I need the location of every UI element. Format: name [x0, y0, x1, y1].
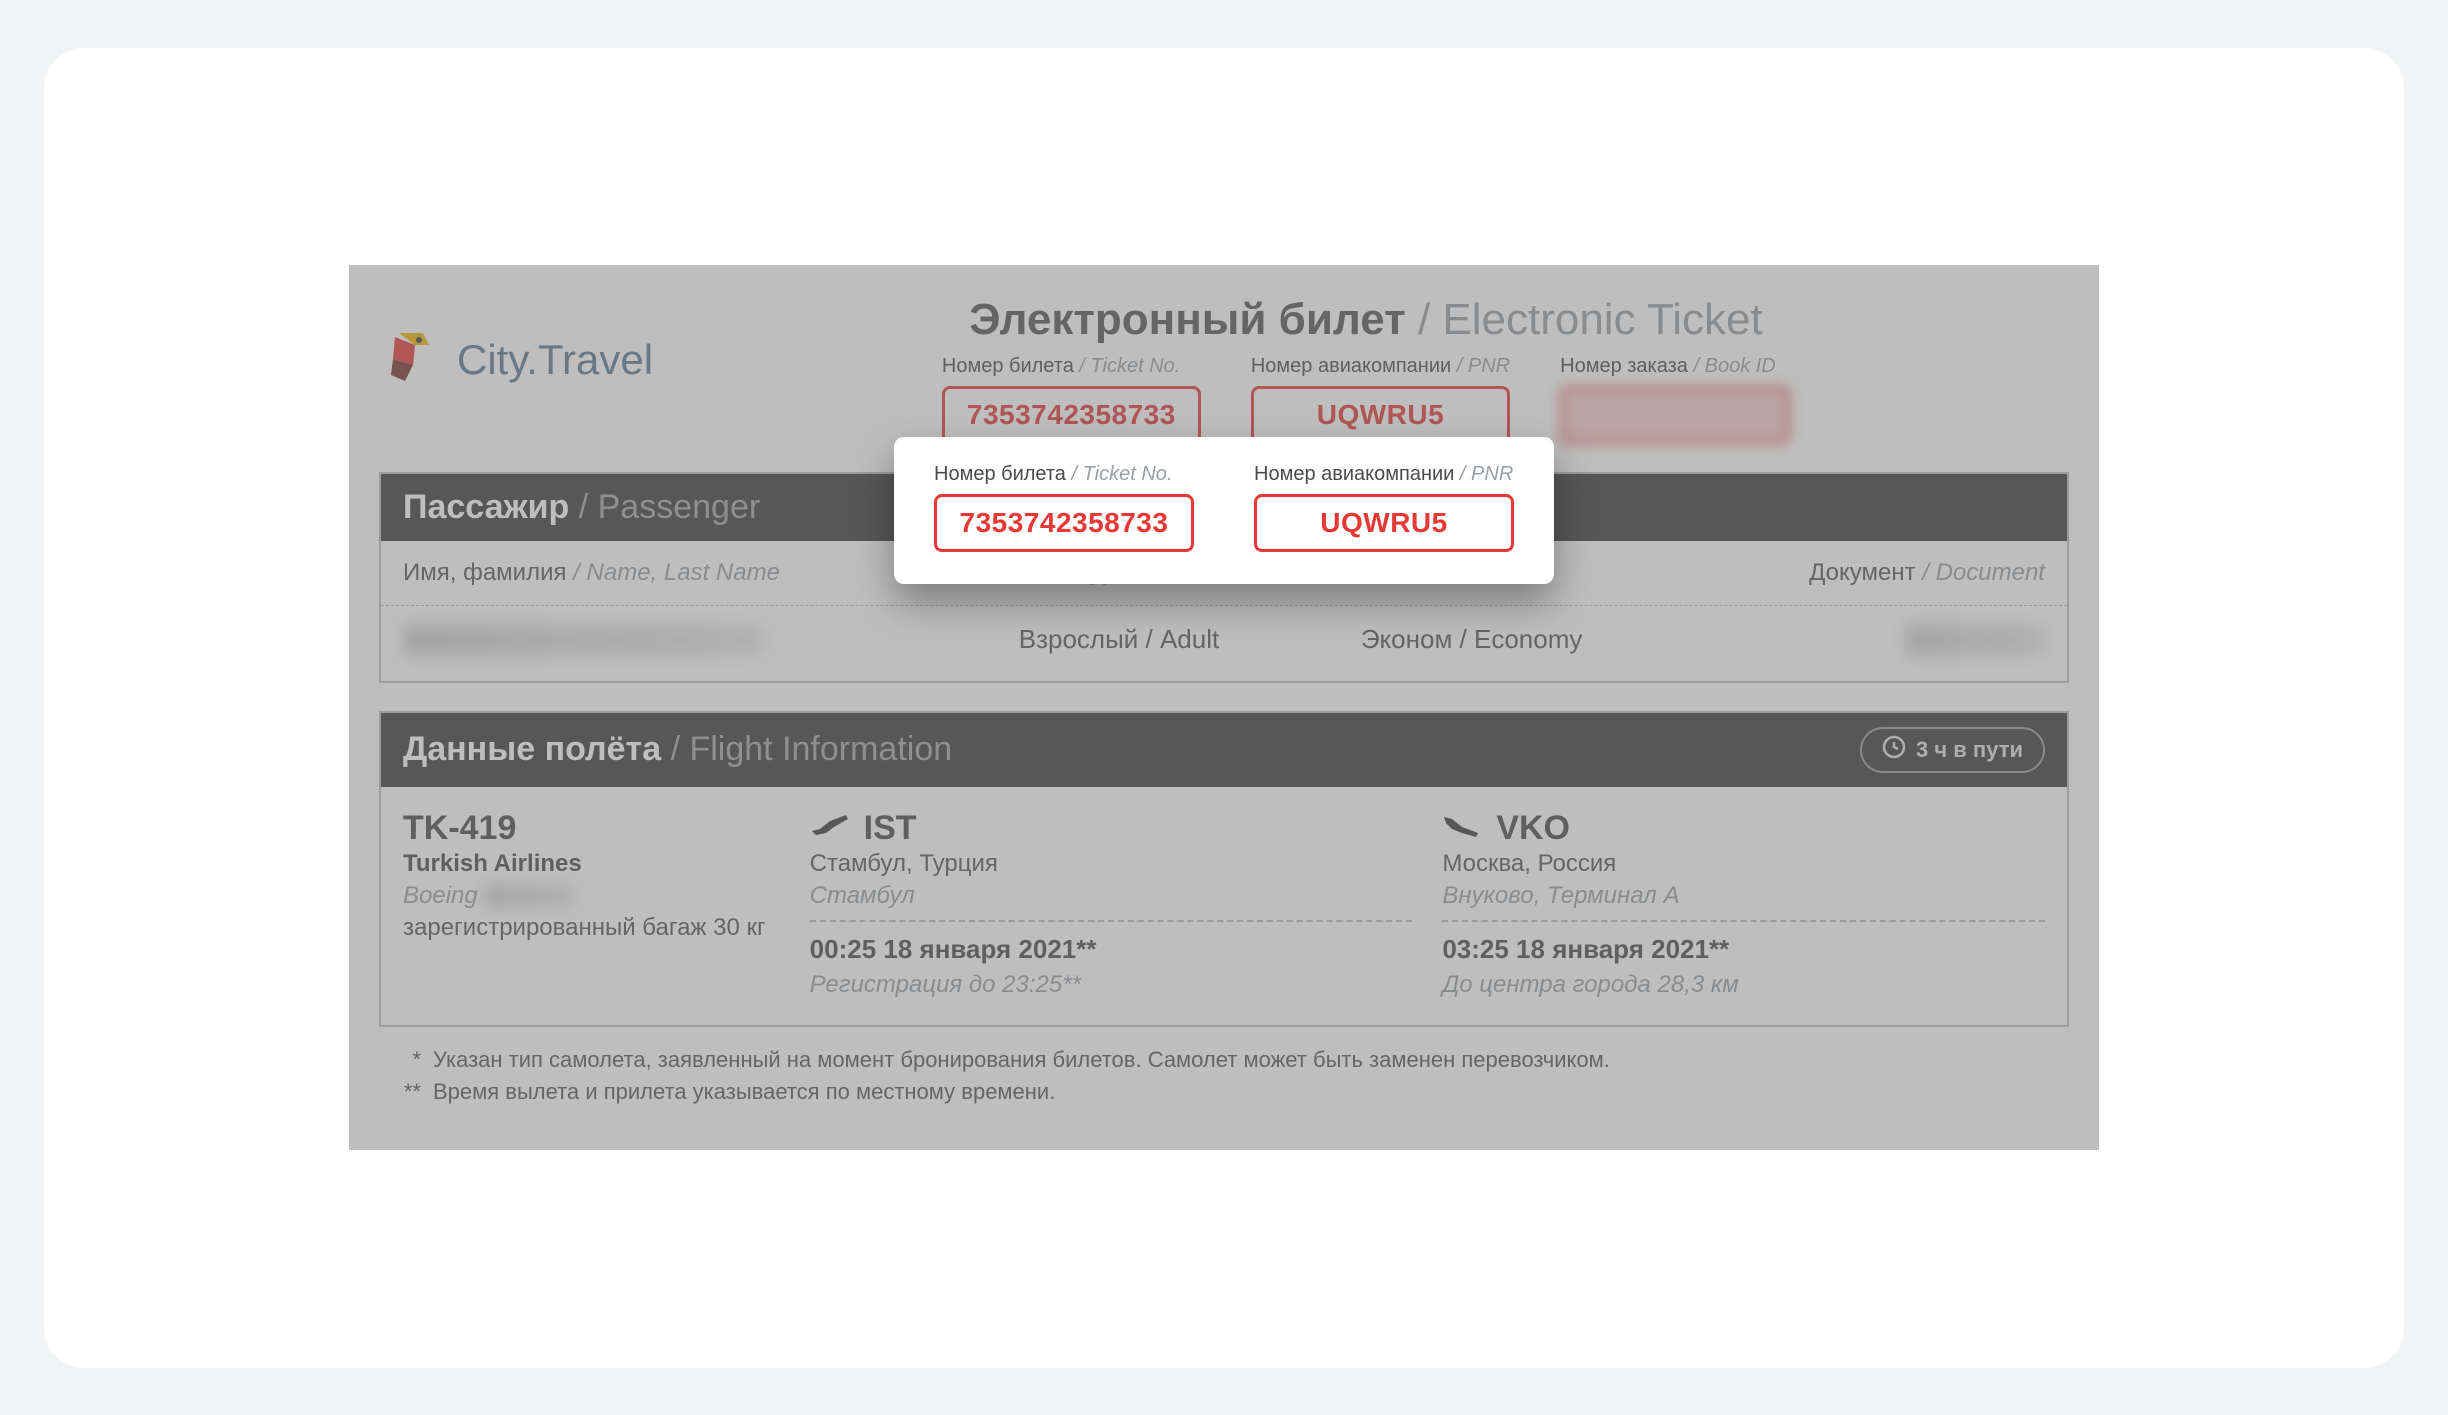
id-boxes: Номер билета / Ticket No. 7353742358733 …	[663, 355, 2069, 444]
passenger-row: Взрослый / Adult Эконом / Economy	[381, 606, 2067, 680]
title-ru: Электронный билет	[969, 295, 1405, 344]
hl-pnr-label-en: PNR	[1471, 463, 1513, 485]
title-block: Электронный билет / Electronic Ticket Но…	[663, 295, 2069, 444]
flight-baggage: зарегистрированный багаж 30 кг	[403, 914, 780, 942]
flight-arrival: VKO Москва, Россия Внуково, Терминал А 0…	[1442, 809, 2045, 999]
flight-header: Данные полёта / Flight Information 3 ч в…	[381, 713, 2067, 787]
flight-body: TK-419 Turkish Airlines Boeing зарегистр…	[381, 787, 2067, 1025]
book-id-block: Номер заказа / Book ID XXXXXXXX	[1560, 355, 1790, 444]
flight-header-ru: Данные полёта	[403, 730, 661, 768]
flight-ident: TK-419 Turkish Airlines Boeing зарегистр…	[403, 809, 780, 999]
flight-duration: 3 ч в пути	[1916, 737, 2023, 763]
brand-text-b: Travel	[538, 336, 653, 383]
page-title: Электронный билет / Electronic Ticket	[663, 295, 2069, 345]
pnr-block: Номер авиакомпании / PNR UQWRU5	[1251, 355, 1510, 444]
flight-code: TK-419	[403, 809, 780, 848]
title-en: Electronic Ticket	[1442, 295, 1762, 344]
plane-takeoff-icon	[810, 811, 850, 846]
hl-ticket-label-en: Ticket No.	[1083, 463, 1173, 485]
flight-airline: Turkish Airlines	[403, 850, 780, 878]
brand-text-a: City.	[457, 336, 538, 383]
plane-landing-icon	[1442, 811, 1482, 846]
footnote-2: Время вылета и прилета указывается по ме…	[433, 1079, 1055, 1105]
hl-pnr-label-ru: Номер авиакомпании	[1254, 463, 1454, 485]
outer-card: City.Travel Электронный билет / Electron…	[44, 48, 2404, 1368]
arr-airport: Внуково, Терминал А	[1442, 882, 2045, 922]
aircraft-prefix: Boeing	[403, 882, 478, 910]
flight-duration-chip: 3 ч в пути	[1860, 727, 2045, 773]
footnotes: * Указан тип самолета, заявленный на моме…	[379, 1047, 2069, 1105]
arr-code: VKO	[1496, 809, 1570, 848]
footnote-mark-2: **	[391, 1079, 421, 1105]
passenger-class: Эконом / Economy	[1361, 624, 1703, 662]
arr-city: Москва, Россия	[1442, 850, 2045, 878]
passenger-name-redacted	[403, 624, 763, 655]
brand-text: City.Travel	[457, 336, 653, 384]
aircraft-model-redacted	[484, 884, 574, 908]
hl-ticket-value: 7353742358733	[934, 494, 1194, 552]
hl-pnr-value: UQWRU5	[1254, 494, 1514, 552]
passenger-doc-redacted	[1905, 624, 2045, 655]
col-doc-en: Document	[1936, 559, 2045, 586]
pnr-label-en: PNR	[1468, 355, 1510, 377]
flight-departure: IST Стамбул, Турция Стамбул 00:25 18 янв…	[810, 809, 1413, 999]
passenger-type: Взрослый / Adult	[1019, 624, 1361, 662]
highlight-pnr-block: Номер авиакомпании / PNR UQWRU5	[1254, 463, 1514, 552]
arr-note: До центра города 28,3 км	[1442, 971, 2045, 999]
book-label-ru: Номер заказа	[1560, 355, 1688, 377]
ticket-label-ru: Номер билета	[942, 355, 1074, 377]
footnote-1: Указан тип самолета, заявленный на момен…	[433, 1047, 1610, 1073]
arr-datetime: 03:25 18 января 2021**	[1442, 934, 2045, 965]
highlight-ticket-block: Номер билета / Ticket No. 7353742358733	[934, 463, 1194, 552]
parrot-icon	[379, 325, 443, 394]
brand-logo: City.Travel	[379, 295, 653, 394]
passenger-header-ru: Пассажир	[403, 488, 569, 526]
clock-icon	[1882, 735, 1906, 765]
flight-aircraft: Boeing	[403, 882, 780, 910]
book-label-en: Book ID	[1705, 355, 1776, 377]
col-name-en: Name, Last Name	[587, 559, 780, 586]
ticket-panel: City.Travel Электронный билет / Electron…	[349, 265, 2099, 1149]
ticket-label-en: Ticket No.	[1091, 355, 1181, 377]
dep-airport: Стамбул	[810, 882, 1413, 922]
col-doc-ru: Документ	[1809, 559, 1915, 586]
dep-city: Стамбул, Турция	[810, 850, 1413, 878]
pnr-label-ru: Номер авиакомпании	[1251, 355, 1451, 377]
col-name-ru: Имя, фамилия	[403, 559, 567, 586]
passenger-header-en: Passenger	[598, 488, 761, 526]
dep-datetime: 00:25 18 января 2021**	[810, 934, 1413, 965]
ticket-number-block: Номер билета / Ticket No. 7353742358733	[942, 355, 1201, 444]
highlight-popover: Номер билета / Ticket No. 7353742358733 …	[894, 437, 1554, 584]
dep-note: Регистрация до 23:25**	[810, 971, 1413, 999]
pnr-value: UQWRU5	[1251, 386, 1510, 444]
book-id-value: XXXXXXXX	[1560, 386, 1790, 444]
flight-section: Данные полёта / Flight Information 3 ч в…	[379, 711, 2069, 1027]
dep-code: IST	[864, 809, 917, 848]
flight-header-en: Flight Information	[689, 730, 952, 768]
footnote-mark-1: *	[391, 1047, 421, 1073]
ticket-header: City.Travel Электронный билет / Electron…	[379, 295, 2069, 444]
ticket-number-value: 7353742358733	[942, 386, 1201, 444]
hl-ticket-label-ru: Номер билета	[934, 463, 1066, 485]
ticket: City.Travel Электронный билет / Electron…	[349, 265, 2099, 1149]
